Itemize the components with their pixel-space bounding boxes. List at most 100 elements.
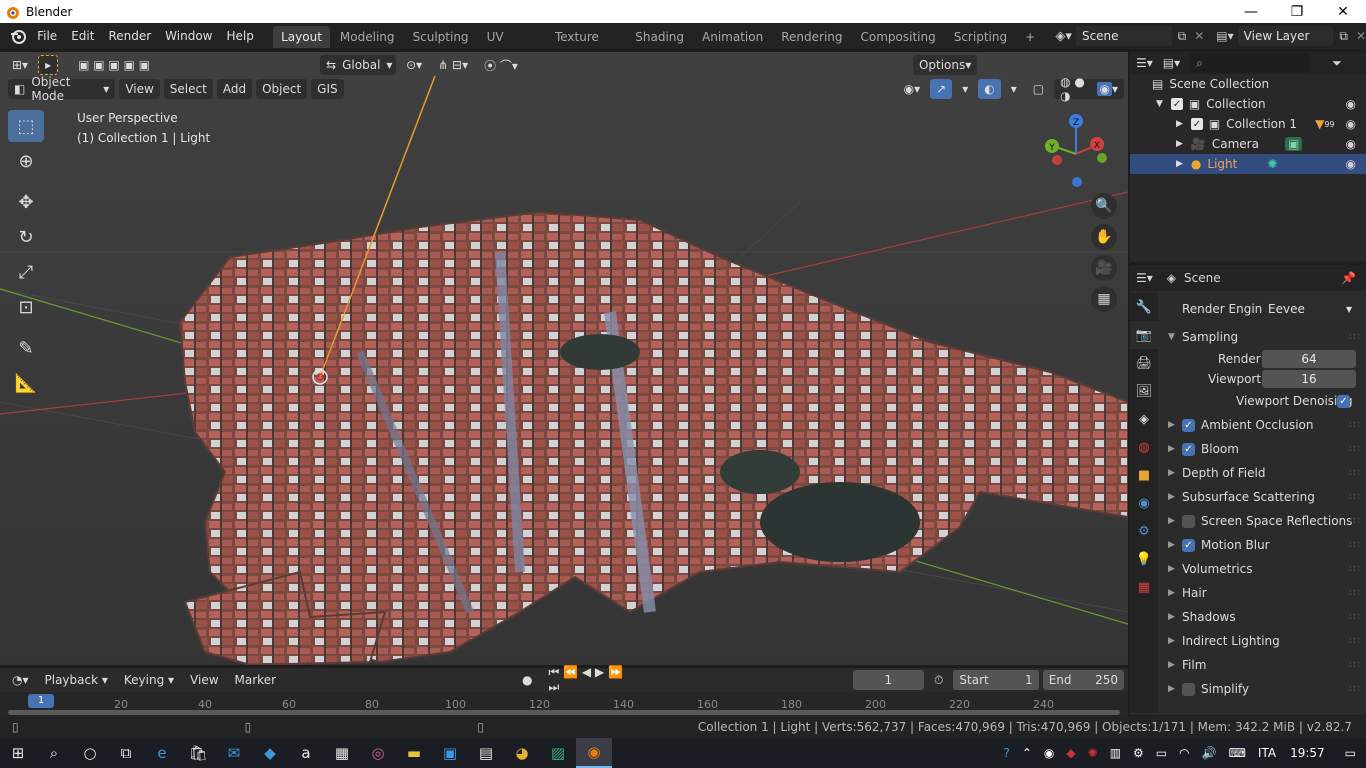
select-box-tool-icon[interactable]: ⬚	[8, 110, 44, 142]
tab-scripting[interactable]: Scripting	[946, 26, 1015, 48]
drag-grip-icon[interactable]: ∷∷	[1349, 684, 1360, 695]
record-tray-icon[interactable]: ◉	[1044, 746, 1054, 760]
steam-icon[interactable]: ⚙	[1133, 746, 1144, 760]
file-explorer-icon[interactable]: ▬	[396, 738, 432, 768]
panel-shadows[interactable]: ▶ Shadows ∷∷	[1158, 605, 1366, 629]
windows-start-icon[interactable]: ⊞	[0, 738, 36, 768]
outliner-row-collection[interactable]: ▼ ✓ ▣ Collection ◉	[1130, 94, 1366, 114]
world-tab-icon[interactable]: ◍	[1130, 433, 1158, 461]
add-workspace-button[interactable]: +	[1017, 26, 1043, 48]
panel-subsurface-scattering[interactable]: ▶ Subsurface Scattering ∷∷	[1158, 485, 1366, 509]
constraints-tab-icon[interactable]: ⚙	[1130, 517, 1158, 545]
notepad-icon[interactable]: ▤	[468, 738, 504, 768]
shading-mode-icons[interactable]: ◍ ● ◑ ◉ ▾	[1054, 75, 1124, 103]
mail-icon[interactable]: ✉	[216, 738, 252, 768]
blender-taskbar-icon[interactable]: ◉	[576, 738, 612, 768]
bloom-checkbox[interactable]: ✓	[1182, 442, 1195, 456]
chrome-icon[interactable]: ◕	[504, 738, 540, 768]
outliner-row-collection-1[interactable]: ▶ ✓ ▣ Collection 1 ▼ 99 ◉	[1130, 114, 1366, 134]
screen-space-reflections-checkbox[interactable]	[1182, 514, 1195, 528]
render-tab-icon[interactable]: 📷	[1130, 321, 1158, 349]
start-frame-field[interactable]: Start 1	[953, 670, 1039, 690]
eye-icon[interactable]: ◉	[1346, 97, 1356, 111]
expand-arrow-icon[interactable]: ▶	[1176, 119, 1183, 129]
drag-grip-icon[interactable]: ∷∷	[1349, 332, 1360, 343]
panel-film[interactable]: ▶ Film ∷∷	[1158, 653, 1366, 677]
outliner-row-light[interactable]: ▶ ● Light ✺ ◉	[1130, 154, 1366, 174]
output-tab-icon[interactable]: 🖨	[1130, 349, 1158, 377]
virus-icon[interactable]: ✺	[1088, 746, 1098, 760]
playback-controls-icons[interactable]: ⏮ ⏪ ◀ ▶ ⏩ ⏭	[543, 665, 643, 694]
filter-icon[interactable]: ⏷	[1332, 56, 1342, 71]
camera-view-icon[interactable]: 🎥	[1091, 255, 1117, 281]
view-layer-icon[interactable]: ▤▾	[1216, 29, 1233, 43]
calculator-icon[interactable]: ▦	[324, 738, 360, 768]
panel-screen-space-reflections[interactable]: ▶ Screen Space Reflections ∷∷	[1158, 509, 1366, 533]
viewport-samples-field[interactable]: 16	[1262, 370, 1356, 388]
timeline-scrollbar[interactable]	[8, 710, 1120, 715]
search-icon[interactable]: ⌕	[36, 738, 72, 768]
selection-mode-icons[interactable]: ▣ ▣ ▣ ▣ ▣	[72, 55, 156, 75]
playhead[interactable]: 1	[28, 694, 54, 708]
checkbox-icon[interactable]: ✓	[1190, 118, 1203, 130]
remove-view-layer-icon[interactable]: ✕	[1356, 29, 1366, 43]
object-data-tab-icon[interactable]: 💡	[1130, 545, 1158, 573]
panel-ambient-occlusion[interactable]: ▶ ✓ Ambient Occlusion ∷∷	[1158, 413, 1366, 437]
panel-depth-of-field[interactable]: ▶ Depth of Field ∷∷	[1158, 461, 1366, 485]
close-button[interactable]: ✕	[1320, 0, 1366, 23]
outliner-editor-icon[interactable]: ☰▾	[1136, 56, 1153, 70]
wifi-icon[interactable]: ◠	[1179, 746, 1189, 760]
drag-grip-icon[interactable]: ∷∷	[1349, 516, 1360, 527]
drag-grip-icon[interactable]: ∷∷	[1349, 612, 1360, 623]
gizmo-dropdown-icon[interactable]: ▾	[956, 79, 974, 99]
expand-arrow-icon[interactable]: ▶	[1176, 139, 1183, 149]
menu-render[interactable]: Render	[101, 23, 158, 49]
task-view-icon[interactable]: ⧉	[108, 738, 144, 768]
new-view-layer-icon[interactable]: ⧉	[1339, 29, 1348, 44]
cursor-tool-icon[interactable]: ⊕	[8, 145, 44, 177]
rotate-tool-icon[interactable]: ↻	[8, 221, 44, 253]
scene-selector[interactable]: Scene	[1075, 26, 1172, 46]
panel-bloom[interactable]: ▶ ✓ Bloom ∷∷	[1158, 437, 1366, 461]
drag-grip-icon[interactable]: ∷∷	[1349, 588, 1360, 599]
transform-tool-icon[interactable]: ⊡	[8, 291, 44, 323]
expand-arrow-icon[interactable]: ▼	[1156, 99, 1163, 109]
help-icon[interactable]: ?	[1003, 746, 1009, 760]
edge-icon[interactable]: e	[144, 738, 180, 768]
power-icon[interactable]: ▭	[1156, 746, 1167, 760]
snap-icon[interactable]: ⋔ ⊟▾	[432, 55, 474, 75]
drag-grip-icon[interactable]: ∷∷	[1349, 636, 1360, 647]
tab-sculpting[interactable]: Sculpting	[405, 26, 477, 48]
end-frame-field[interactable]: End 250	[1042, 670, 1124, 690]
remote-desktop-icon[interactable]: ▣	[432, 738, 468, 768]
record-icon[interactable]: ●	[516, 670, 538, 690]
stopwatch-icon[interactable]: ⏱	[928, 670, 949, 690]
tab-compositing[interactable]: Compositing	[853, 26, 944, 48]
drag-grip-icon[interactable]: ∷∷	[1349, 468, 1360, 479]
drag-grip-icon[interactable]: ∷∷	[1349, 660, 1360, 671]
dropbox-icon[interactable]: ◆	[252, 738, 288, 768]
tool-tab-icon[interactable]: 🔧	[1130, 293, 1158, 321]
display-mode-icon[interactable]: ▤▾	[1163, 56, 1180, 70]
overlay-dropdown-icon[interactable]: ▾	[1005, 79, 1023, 99]
outliner-search-input[interactable]: ⌕	[1190, 53, 1311, 73]
timeline-editor-icon[interactable]: ◔▾	[6, 670, 35, 690]
panel-simplify[interactable]: ▶ Simplify ∷∷	[1158, 677, 1366, 701]
pin-icon[interactable]: 📌	[1341, 271, 1356, 285]
overlay-toggle-icon[interactable]: ◐	[978, 79, 1001, 99]
panel-hair[interactable]: ▶ Hair ∷∷	[1158, 581, 1366, 605]
menu-file[interactable]: File	[30, 23, 64, 49]
scene-tab-icon[interactable]: ◈	[1130, 405, 1158, 433]
pan-hand-icon[interactable]: ✋	[1091, 224, 1117, 250]
editor-type-icon[interactable]: ⊞▾	[6, 55, 34, 75]
menu-timeline-view[interactable]: View	[184, 670, 224, 690]
menu-marker[interactable]: Marker	[229, 670, 282, 690]
timeline-ruler[interactable]: 1 20 40 60 80 100 120 140 160 180 200 22…	[0, 692, 1128, 716]
options-dropdown[interactable]: Options ▾	[912, 55, 978, 75]
tab-layout[interactable]: Layout	[273, 26, 330, 48]
ambient-occlusion-checkbox[interactable]: ✓	[1182, 418, 1195, 432]
menu-help[interactable]: Help	[220, 23, 261, 49]
keyboard-icon[interactable]: ⌨	[1229, 746, 1246, 760]
checkbox-icon[interactable]: ✓	[1170, 98, 1183, 110]
sampling-panel-header[interactable]: ▼ Sampling ∷∷	[1158, 325, 1366, 349]
